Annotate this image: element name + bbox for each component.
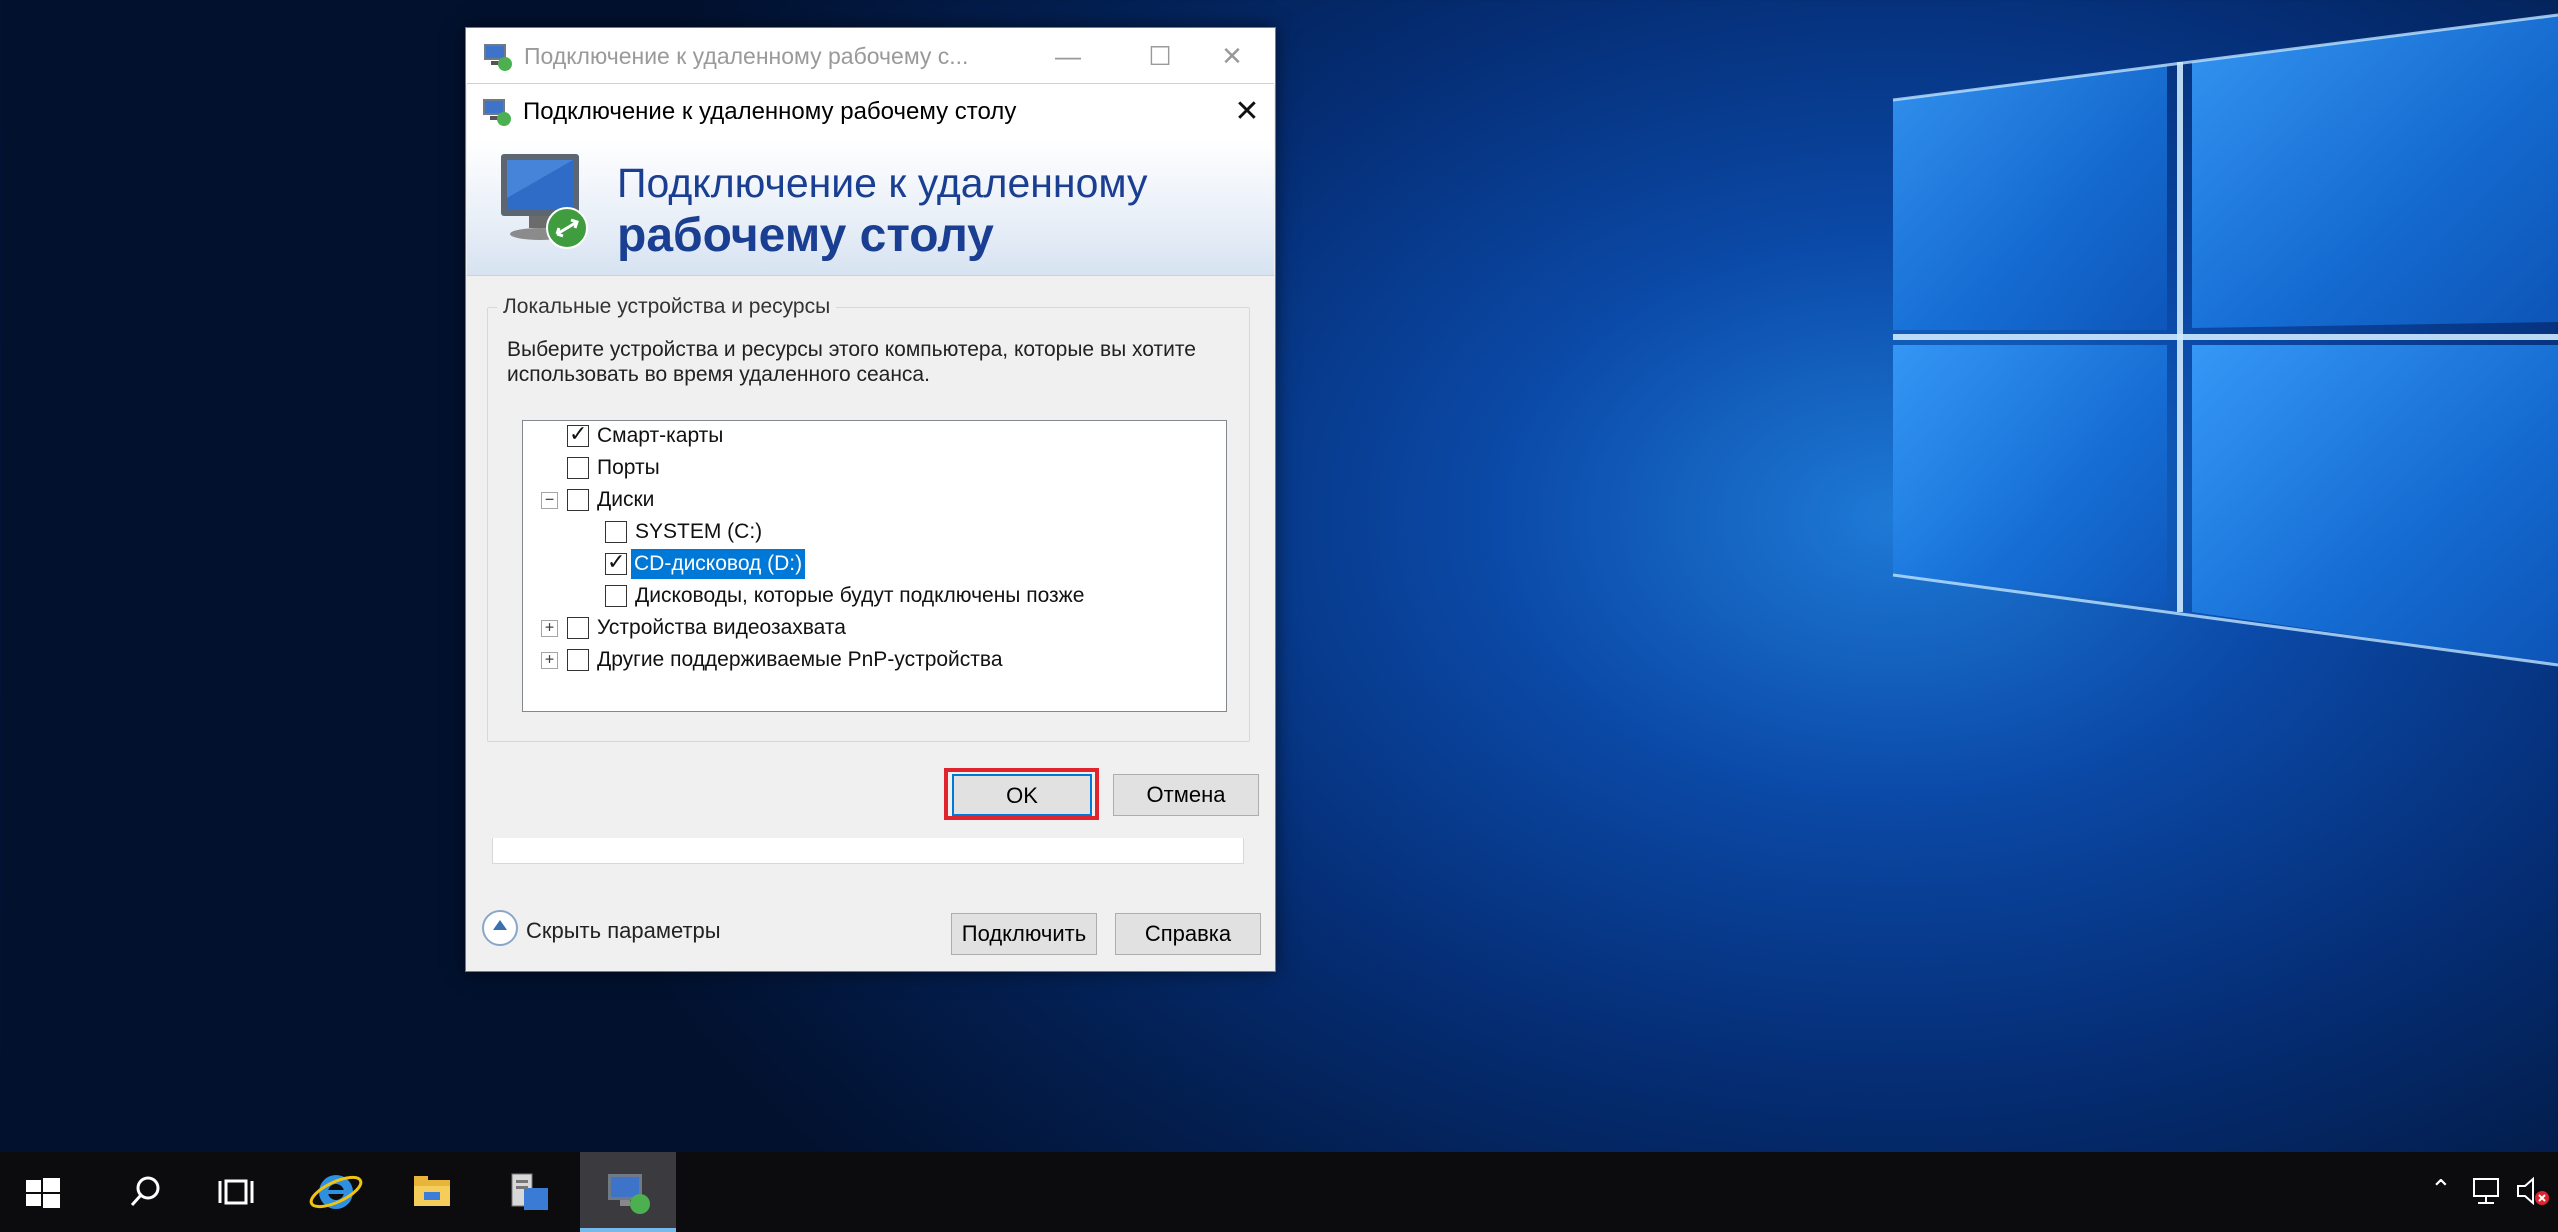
remote-desktop-icon [483,99,511,126]
banner-line-2: рабочему столу [617,209,994,262]
search-button[interactable] [96,1152,192,1232]
server-manager-button[interactable] [480,1152,576,1232]
checkbox[interactable] [567,649,589,671]
hide-options-label[interactable]: Скрыть параметры [526,918,721,944]
internet-explorer-icon [309,1175,363,1209]
checkbox[interactable] [567,457,589,479]
cancel-button[interactable]: Отмена [1113,774,1259,816]
monitor-connection-icon [501,154,588,249]
dialog-description: Выберите устройства и ресурсы этого комп… [507,338,1196,386]
expand-icon[interactable]: + [541,652,558,669]
start-icon [26,1178,60,1208]
checkbox[interactable] [605,521,627,543]
task-view-icon [218,1179,254,1205]
ok-button[interactable]: OK [952,774,1092,816]
checkbox[interactable] [567,617,589,639]
windows-logo-wallpaper [1860,0,2558,720]
expand-icon[interactable]: + [541,620,558,637]
group-label: Локальные устройства и ресурсы [497,295,837,319]
checkbox[interactable] [605,585,627,607]
taskbar [0,1152,2558,1232]
file-explorer-button[interactable] [384,1152,480,1232]
help-button[interactable]: Справка [1115,913,1261,955]
network-icon[interactable] [2472,1176,2506,1206]
local-devices-dialog: Подключение к удаленному рабочему столу … [467,83,1274,838]
checkbox[interactable] [567,420,589,450]
close-button[interactable]: ✕ [1186,28,1278,84]
devices-tree[interactable]: Смарт-карты Порты − Диски SYSTEM (C:) CD… [522,420,1227,712]
file-explorer-icon [414,1176,450,1206]
dialog-titlebar: Подключение к удаленному рабочему столу … [467,84,1274,140]
chevron-up-icon[interactable]: ⌃ [2430,1174,2452,1205]
collapse-icon[interactable]: − [541,492,558,509]
start-button[interactable] [0,1152,96,1232]
main-titlebar: Подключение к удаленному рабочему с... —… [466,28,1275,84]
banner-line-1: Подключение к удаленному [617,160,1148,206]
dialog-close-button[interactable]: ✕ [1227,92,1267,132]
internet-explorer-button[interactable] [288,1152,384,1232]
remote-desktop-taskbar-button[interactable] [580,1152,676,1232]
checkbox[interactable] [605,548,627,578]
dialog-banner: Подключение к удаленному рабочему столу [467,140,1274,276]
dialog-title: Подключение к удаленному рабочему столу [523,98,1017,125]
checkbox[interactable] [567,489,589,511]
volume-muted-icon[interactable] [2516,1176,2550,1206]
remote-desktop-icon [608,1174,650,1214]
minimize-button[interactable]: — [1022,28,1114,84]
task-view-button[interactable] [192,1152,288,1232]
main-window-title: Подключение к удаленному рабочему с... [524,43,969,69]
system-tray: ⌃ [2420,1152,2558,1232]
remote-desktop-icon [484,44,512,71]
search-icon [130,1176,160,1207]
connect-button[interactable]: Подключить [951,913,1097,955]
hide-options-icon[interactable] [482,910,518,946]
server-manager-icon [511,1173,548,1210]
